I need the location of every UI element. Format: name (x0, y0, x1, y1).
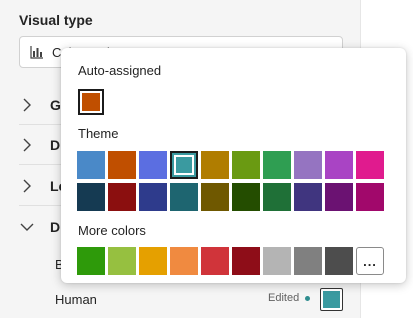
theme-color-swatch[interactable] (170, 183, 198, 211)
theme-color-swatch[interactable] (356, 151, 384, 179)
section-label: D (50, 219, 61, 235)
theme-color-swatch[interactable] (108, 183, 136, 211)
theme-color-swatch[interactable] (139, 183, 167, 211)
column-chart-icon (30, 45, 44, 59)
more-options-button[interactable]: ... (356, 247, 384, 275)
series-label-human: Human (55, 292, 97, 307)
theme-color-swatch[interactable] (77, 183, 105, 211)
more-colors-heading: More colors (78, 223, 146, 238)
auto-assigned-color (82, 93, 100, 111)
theme-color-swatch[interactable] (170, 151, 198, 179)
more-color-swatch[interactable] (232, 247, 260, 275)
theme-color-swatch[interactable] (201, 151, 229, 179)
theme-color-swatch[interactable] (108, 151, 136, 179)
theme-color-swatch[interactable] (201, 183, 229, 211)
more-color-swatch[interactable] (325, 247, 353, 275)
auto-assigned-heading: Auto-assigned (78, 63, 162, 78)
chevron-right-icon (20, 179, 34, 193)
more-color-swatch[interactable] (139, 247, 167, 275)
human-color-swatch (323, 291, 340, 308)
theme-color-swatch[interactable] (232, 183, 260, 211)
edited-label: Edited (268, 292, 300, 304)
section-label: D (50, 137, 61, 153)
theme-color-grid (77, 151, 384, 211)
edited-dot-icon (305, 296, 310, 301)
more-color-swatch[interactable] (77, 247, 105, 275)
chevron-right-icon (20, 138, 34, 152)
more-color-swatch[interactable] (201, 247, 229, 275)
theme-color-swatch[interactable] (139, 151, 167, 179)
theme-heading: Theme (78, 126, 119, 141)
chevron-down-icon (20, 220, 34, 234)
more-color-swatch[interactable] (263, 247, 291, 275)
theme-color-swatch[interactable] (356, 183, 384, 211)
theme-color-swatch[interactable] (325, 183, 353, 211)
visual-type-label: Visual type (19, 12, 93, 28)
theme-color-swatch[interactable] (77, 151, 105, 179)
chevron-right-icon (20, 98, 34, 112)
theme-color-swatch[interactable] (232, 151, 260, 179)
theme-color-swatch[interactable] (325, 151, 353, 179)
theme-color-swatch[interactable] (263, 183, 291, 211)
more-color-swatch[interactable] (294, 247, 322, 275)
more-color-swatch[interactable] (170, 247, 198, 275)
theme-color-swatch[interactable] (263, 151, 291, 179)
theme-color-swatch[interactable] (294, 151, 322, 179)
section-label: G (50, 97, 61, 113)
auto-assigned-swatch[interactable] (78, 89, 104, 115)
more-color-swatch[interactable] (108, 247, 136, 275)
human-color-button[interactable] (320, 288, 343, 311)
color-picker-popup: Auto-assigned Theme More colors ... (61, 48, 406, 283)
theme-color-swatch[interactable] (294, 183, 322, 211)
more-colors-grid: ... (77, 247, 384, 275)
